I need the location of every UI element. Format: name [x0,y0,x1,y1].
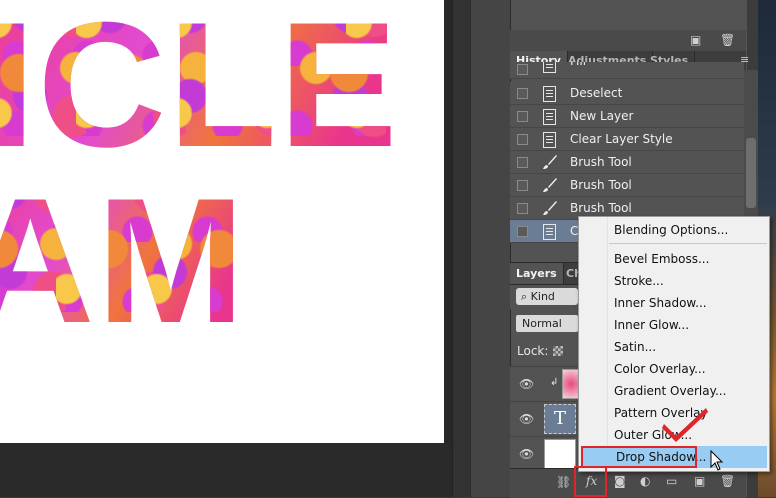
doc-icon [542,223,556,240]
search-icon: ⌕ [521,290,528,303]
menu-item-inner-glow[interactable]: Inner Glow... [579,314,769,336]
adjustment-icon[interactable]: ◐ [640,474,650,488]
history-item-label: Brush Tool [570,155,632,169]
canvas-bottom-area [0,443,470,497]
blend-mode-select[interactable]: Normal [516,315,578,332]
history-checkbox[interactable] [517,134,528,145]
canvas-area[interactable]: ICLE AM [0,0,471,497]
panel-dock-strip [470,0,511,497]
eye-icon[interactable]: 👁 [519,447,534,461]
menu-separator [609,243,767,244]
eye-icon[interactable]: 👁 [519,412,534,426]
history-item[interactable]: Clear Layer Style [510,128,744,151]
canvas-text-line2: AM [0,172,247,350]
history-item-label: Clear Layer Style [570,132,673,146]
history-scroll-thumb[interactable] [746,138,756,208]
top-panel-footer: ▣ 🗑 [510,30,746,52]
checkmark-icon [662,408,708,442]
menu-item-gradient-overlay[interactable]: Gradient Overlay... [579,380,769,402]
history-item[interactable]: Deselect [510,82,744,105]
trash-icon[interactable]: 🗑 [720,474,735,488]
history-checkbox[interactable] [517,157,528,168]
menu-item-bevel-emboss[interactable]: Bevel Emboss... [579,248,769,270]
brush-icon [542,177,557,193]
history-item[interactable]: Brush Tool [510,151,744,174]
menu-item-stroke[interactable]: Stroke... [579,270,769,292]
menu-item-blending-options[interactable]: Blending Options... [579,219,769,241]
menu-item-inner-shadow[interactable]: Inner Shadow... [579,292,769,314]
history-checkbox[interactable] [517,64,528,75]
canvas-vertical-scrollbar[interactable] [452,0,471,497]
history-item[interactable]: Brush Tool [510,174,744,197]
kind-label: Kind [530,290,555,303]
history-item[interactable]: Fill [510,62,744,79]
history-checkbox[interactable] [517,111,528,122]
menu-item-satin[interactable]: Satin... [579,336,769,358]
menu-item-color-overlay[interactable]: Color Overlay... [579,358,769,380]
history-item-label: Brush Tool [570,178,632,192]
kind-filter-select[interactable]: ⌕ Kind [516,288,578,305]
history-checkbox[interactable] [517,88,528,99]
new-layer-icon[interactable]: ▣ [694,474,705,488]
history-item[interactable]: New Layer [510,105,744,128]
link-icon[interactable]: ⛓ [556,475,571,489]
mouse-cursor-icon [710,450,724,471]
doc-icon [542,62,556,73]
white-thumb [544,439,576,469]
brush-icon [542,200,557,216]
lock-transparent-icon[interactable] [553,346,563,356]
mask-icon[interactable]: ◙ [614,474,626,488]
tab-layers[interactable]: Layers [510,263,564,284]
doc-icon [542,131,556,148]
history-checkbox[interactable] [517,203,528,214]
doc-icon [542,108,556,125]
history-item-label: Deselect [570,86,623,100]
doc-icon [542,85,556,102]
brush-icon [542,154,557,170]
document-canvas[interactable]: ICLE AM [0,0,444,443]
history-item-label: Fill [570,62,586,72]
eye-icon[interactable]: 👁 [519,377,534,391]
new-item-icon[interactable]: ▣ [690,33,701,47]
clip-arrow-icon: ↲ [550,377,559,388]
text-thumb: T [544,404,576,434]
highlight-box-fx [574,466,607,497]
layers-footer: ⛓ fx ◙ ◐ ▭ ▣ 🗑 [510,468,746,498]
history-checkbox[interactable] [517,226,528,237]
highlight-box-drop-shadow [581,446,697,468]
blend-mode-value: Normal [522,317,562,330]
history-item-label: New Layer [570,109,634,123]
trash-icon[interactable]: 🗑 [720,33,735,47]
folder-icon[interactable]: ▭ [666,474,677,488]
lock-label: Lock: [517,344,549,358]
history-checkbox[interactable] [517,180,528,191]
canvas-text-line1: ICLE [0,0,400,174]
